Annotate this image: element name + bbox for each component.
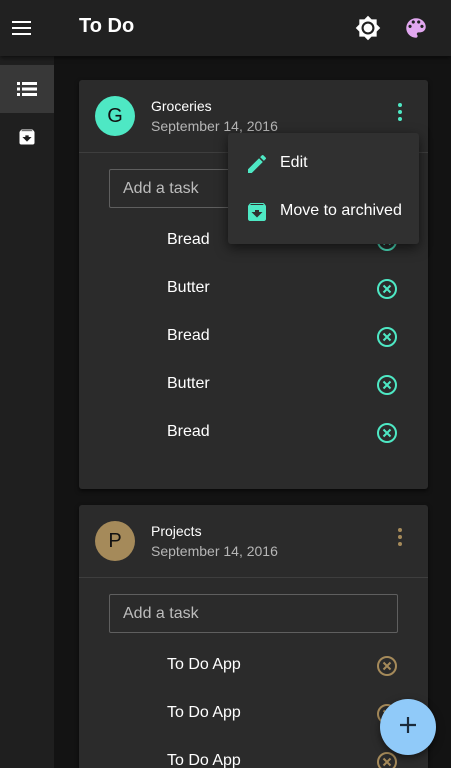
task-label: Butter [167, 279, 210, 296]
task-label: To Do App [167, 704, 241, 721]
card-title: Projects [151, 523, 202, 539]
task-row: To Do App [79, 738, 428, 768]
cancel-circle-icon[interactable] [376, 422, 398, 444]
menu-item-label: Edit [280, 154, 308, 171]
pencil-icon [245, 152, 269, 176]
task-label: Bread [167, 231, 210, 248]
brightness-icon[interactable] [355, 15, 381, 41]
task-label: To Do App [167, 656, 241, 673]
add-list-button[interactable] [380, 699, 436, 755]
palette-icon[interactable] [403, 15, 429, 41]
task-row: Butter [79, 265, 428, 313]
menu-item-label: Move to archived [280, 202, 402, 219]
list-card-projects: P Projects September 14, 2016 To Do App … [79, 505, 428, 768]
task-row: Butter [79, 361, 428, 409]
cancel-circle-icon[interactable] [376, 751, 398, 768]
cancel-circle-icon[interactable] [376, 374, 398, 396]
cancel-circle-icon[interactable] [376, 278, 398, 300]
avatar: P [95, 521, 135, 561]
menu-icon[interactable] [11, 17, 33, 39]
list-icon[interactable] [0, 65, 54, 113]
card-date: September 14, 2016 [151, 118, 278, 134]
app-bar: To Do [0, 0, 451, 56]
avatar: G [95, 96, 135, 136]
task-row: Bread [79, 313, 428, 361]
menu-item-edit[interactable]: Edit [228, 140, 419, 188]
add-task-input[interactable] [109, 594, 398, 633]
archive-icon [245, 200, 269, 224]
archive-icon[interactable] [0, 113, 54, 161]
navigation-rail [0, 56, 54, 768]
card-context-menu: Edit Move to archived [228, 133, 419, 244]
task-label: Bread [167, 423, 210, 440]
more-vert-icon[interactable] [391, 525, 409, 549]
plus-icon [399, 716, 417, 739]
card-header: P Projects September 14, 2016 [79, 505, 428, 578]
task-row: To Do App [79, 690, 428, 738]
cancel-circle-icon[interactable] [376, 655, 398, 677]
task-label: Butter [167, 375, 210, 392]
task-label: Bread [167, 327, 210, 344]
task-row: To Do App [79, 642, 428, 690]
more-vert-icon[interactable] [391, 100, 409, 124]
cancel-circle-icon[interactable] [376, 326, 398, 348]
app-title: To Do [79, 15, 135, 37]
card-date: September 14, 2016 [151, 543, 278, 559]
task-label: To Do App [167, 752, 241, 768]
card-title: Groceries [151, 98, 212, 114]
task-row: Bread [79, 409, 428, 457]
menu-item-move-to-archived[interactable]: Move to archived [228, 188, 419, 236]
